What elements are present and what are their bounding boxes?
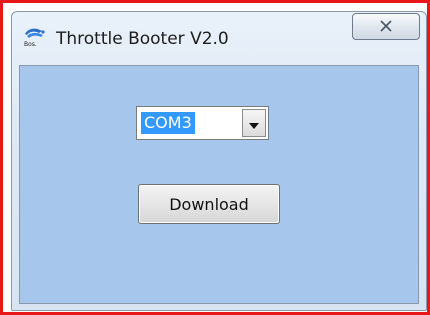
client-area: COM3 Download: [19, 65, 419, 304]
svg-text:Bos.: Bos.: [24, 41, 37, 48]
title-bar[interactable]: Bos. Throttle Booter V2.0: [12, 12, 426, 64]
close-icon: [379, 17, 393, 36]
dropdown-button[interactable]: [242, 109, 266, 137]
com-port-selected-value: COM3: [141, 112, 195, 134]
download-button[interactable]: Download: [138, 184, 280, 224]
com-port-select[interactable]: COM3: [136, 106, 269, 140]
app-logo-icon: Bos.: [22, 26, 48, 48]
close-button[interactable]: [352, 13, 420, 40]
chevron-down-icon: [249, 114, 259, 133]
screenshot-frame: Bos. Throttle Booter V2.0 COM3 Download: [0, 0, 430, 315]
app-window: Bos. Throttle Booter V2.0 COM3 Download: [11, 11, 427, 311]
window-title: Throttle Booter V2.0: [56, 29, 229, 49]
